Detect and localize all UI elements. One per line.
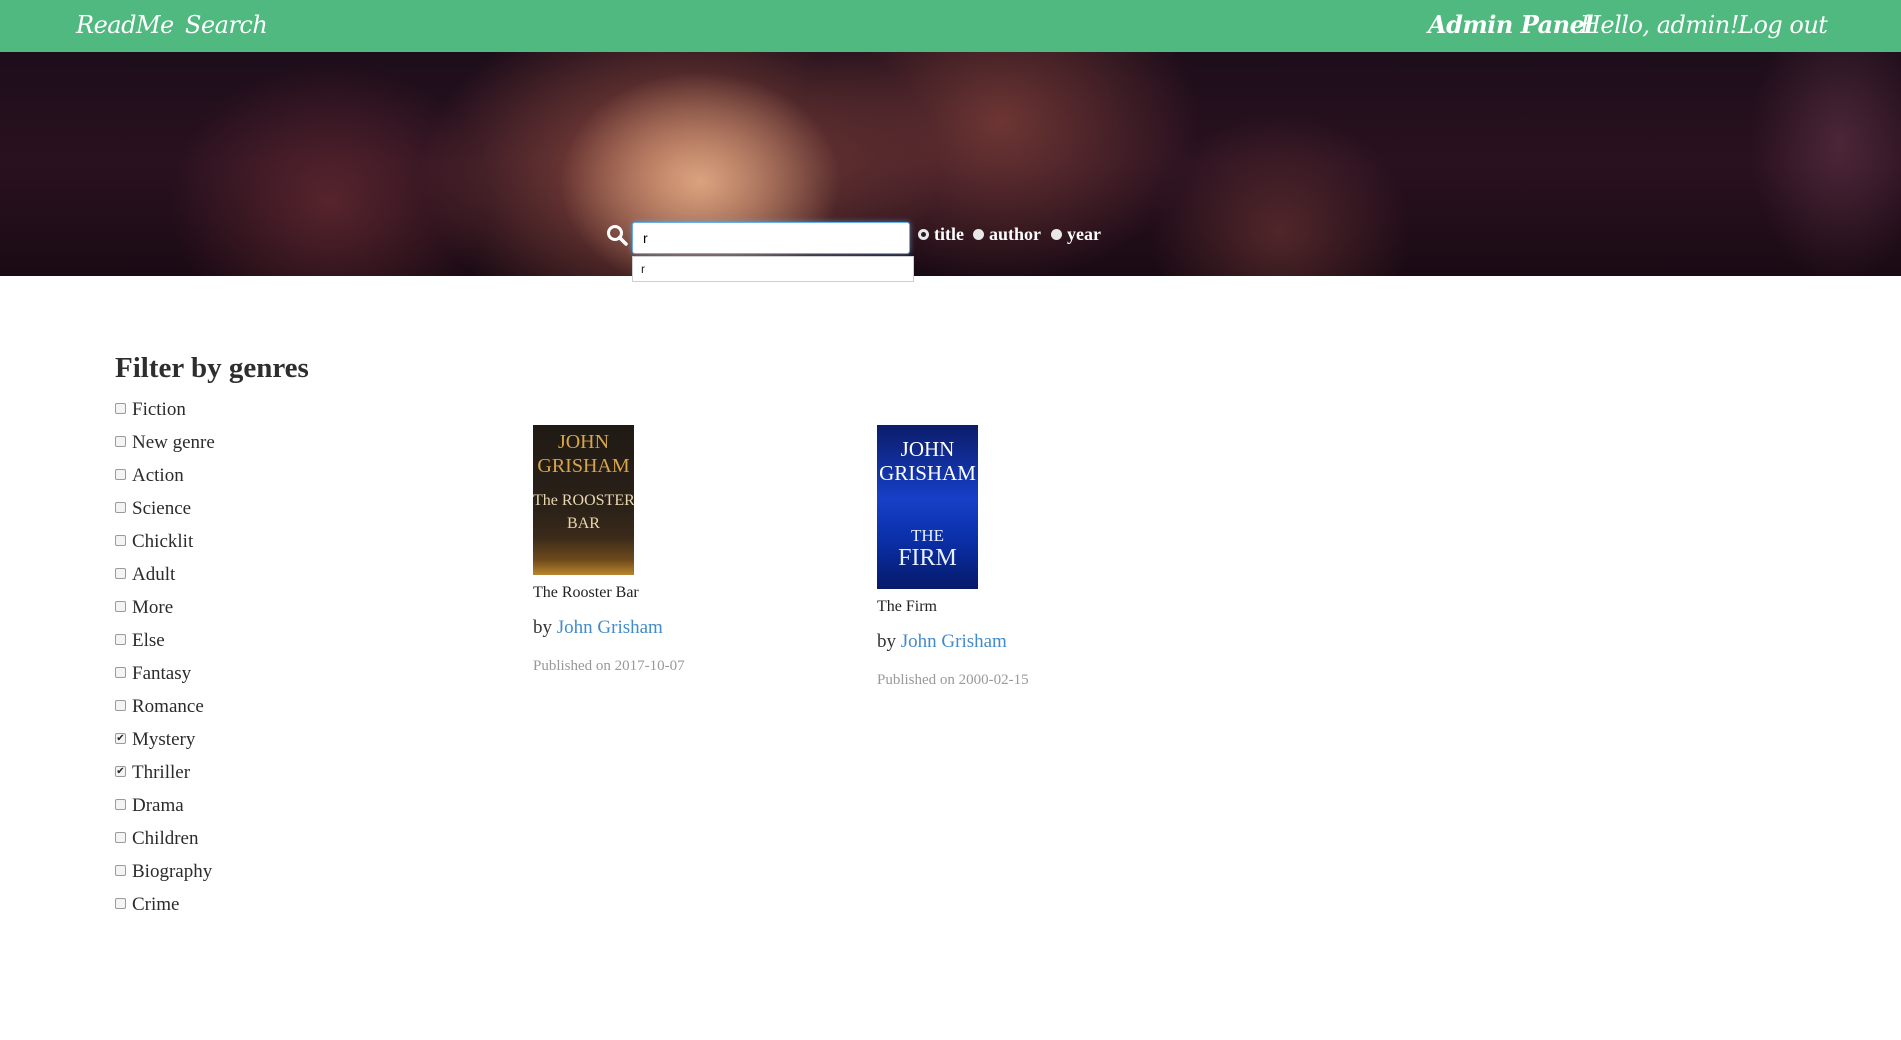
nav-search-link[interactable]: Search bbox=[185, 9, 268, 41]
genre-label: More bbox=[132, 597, 174, 618]
book-author-link[interactable]: John Grisham bbox=[557, 617, 663, 638]
radio-label-year: year bbox=[1067, 224, 1101, 244]
genre-checkbox[interactable] bbox=[115, 666, 126, 678]
genre-checkbox[interactable] bbox=[115, 864, 126, 876]
genre-item-romance[interactable]: Romance bbox=[115, 694, 204, 720]
genre-label: Thriller bbox=[132, 762, 191, 783]
cover-title-line: THE bbox=[910, 526, 945, 545]
book-title[interactable]: The Firm bbox=[877, 598, 937, 616]
genre-label: Fiction bbox=[132, 399, 186, 420]
nav-greeting-link[interactable]: Hello, admin! bbox=[1580, 9, 1739, 41]
genre-checkbox[interactable] bbox=[115, 501, 126, 513]
genre-checkbox[interactable] bbox=[115, 699, 126, 711]
book-cover-image[interactable]: JOHN GRISHAM THE FIRM bbox=[877, 425, 978, 589]
cover-author-line: GRISHAM bbox=[537, 455, 630, 477]
radio-option-title[interactable]: title bbox=[918, 224, 964, 245]
book-author-link[interactable]: John Grisham bbox=[901, 631, 1007, 652]
genre-checkbox[interactable] bbox=[115, 435, 126, 447]
genre-label: Crime bbox=[132, 894, 180, 915]
genre-item-more[interactable]: More bbox=[115, 595, 173, 621]
genre-label: Adult bbox=[132, 564, 176, 585]
cover-title-line: FIRM bbox=[898, 545, 957, 571]
radio-button-year[interactable] bbox=[1051, 229, 1062, 240]
genre-item-fiction[interactable]: Fiction bbox=[115, 397, 186, 423]
genre-item-children[interactable]: Children bbox=[115, 826, 199, 852]
genre-item-crime[interactable]: Crime bbox=[115, 892, 180, 918]
genre-label: Romance bbox=[132, 696, 204, 717]
radio-option-author[interactable]: author bbox=[973, 224, 1041, 245]
genre-item-fantasy[interactable]: Fantasy bbox=[115, 661, 191, 687]
genre-item-biography[interactable]: Biography bbox=[115, 859, 212, 885]
genre-label: Chicklit bbox=[132, 531, 194, 552]
book-published-date: Published on 2000-02-15 bbox=[877, 672, 1029, 688]
book-cover-image[interactable]: JOHN GRISHAM The ROOSTER BAR bbox=[533, 425, 634, 575]
book-author-line: by John Grisham bbox=[533, 617, 663, 639]
book-author-prefix: by bbox=[533, 617, 552, 638]
genre-label: Children bbox=[132, 828, 199, 849]
genre-item-new-genre[interactable]: New genre bbox=[115, 430, 215, 456]
genre-checkbox[interactable] bbox=[115, 600, 126, 612]
genre-item-drama[interactable]: Drama bbox=[115, 793, 184, 819]
cover-title-line: BAR bbox=[567, 515, 600, 532]
book-title[interactable]: The Rooster Bar bbox=[533, 584, 639, 602]
search-icon bbox=[606, 224, 628, 246]
genre-label: New genre bbox=[132, 432, 215, 453]
book-author-line: by John Grisham bbox=[877, 631, 1007, 653]
nav-logout-link[interactable]: Log out bbox=[1738, 9, 1828, 41]
genre-label: Action bbox=[132, 465, 184, 486]
genre-checkbox-checked[interactable]: ✔ bbox=[115, 732, 126, 744]
genre-checkbox-checked[interactable]: ✔ bbox=[115, 765, 126, 777]
cover-title-line: The ROOSTER bbox=[533, 492, 634, 509]
radio-option-year[interactable]: year bbox=[1051, 224, 1101, 245]
genre-checkbox[interactable] bbox=[115, 831, 126, 843]
navbar: ReadMe Search Admin Panel Hello, admin! … bbox=[0, 0, 1901, 52]
genre-label: Fantasy bbox=[132, 663, 192, 684]
genre-checkbox[interactable] bbox=[115, 468, 126, 480]
genre-label: Biography bbox=[132, 861, 213, 882]
radio-label-author: author bbox=[989, 224, 1042, 244]
genre-label: Else bbox=[132, 630, 165, 651]
book-author-prefix: by bbox=[877, 631, 896, 652]
cover-author-line: JOHN bbox=[900, 437, 955, 461]
genre-checkbox[interactable] bbox=[115, 567, 126, 579]
genre-label: Mystery bbox=[132, 729, 196, 750]
genre-item-mystery[interactable]: ✔ Mystery bbox=[115, 727, 195, 753]
genre-item-else[interactable]: Else bbox=[115, 628, 165, 654]
radio-label-title: title bbox=[934, 224, 964, 244]
genre-checkbox[interactable] bbox=[115, 798, 126, 810]
genre-item-science[interactable]: Science bbox=[115, 496, 191, 522]
genre-label: Drama bbox=[132, 795, 184, 816]
nav-admin-panel-link[interactable]: Admin Panel bbox=[1428, 9, 1594, 41]
genre-item-thriller[interactable]: ✔ Thriller bbox=[115, 760, 190, 786]
cover-author-line: GRISHAM bbox=[879, 461, 976, 485]
genre-checkbox[interactable] bbox=[115, 633, 126, 645]
genre-item-action[interactable]: Action bbox=[115, 463, 184, 489]
genre-checkbox[interactable] bbox=[115, 402, 126, 414]
radio-button-author[interactable] bbox=[973, 229, 984, 240]
nav-brand-link[interactable]: ReadMe bbox=[76, 9, 174, 41]
genre-item-chicklit[interactable]: Chicklit bbox=[115, 529, 193, 555]
search-input[interactable] bbox=[632, 222, 910, 254]
genre-checkbox[interactable] bbox=[115, 534, 126, 546]
genre-item-adult[interactable]: Adult bbox=[115, 562, 175, 588]
genre-label: Science bbox=[132, 498, 192, 519]
genre-checkbox[interactable] bbox=[115, 897, 126, 909]
book-published-date: Published on 2017-10-07 bbox=[533, 658, 685, 674]
cover-author-line: JOHN bbox=[557, 431, 610, 453]
filter-title: Filter by genres bbox=[115, 352, 309, 384]
autocomplete-suggestion[interactable]: r bbox=[632, 256, 914, 282]
radio-button-title[interactable] bbox=[918, 229, 929, 240]
